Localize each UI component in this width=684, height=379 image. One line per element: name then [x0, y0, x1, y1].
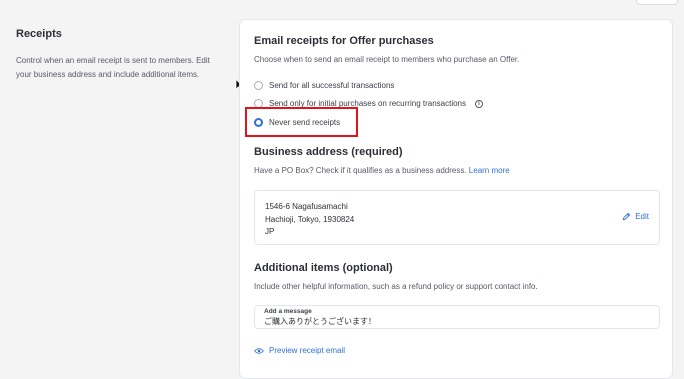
address-lines: 1546-6 Nagafusamachi Hachioji, Tokyo, 19…: [265, 201, 354, 239]
radio-send-initial-only[interactable]: Send only for initial purchases on recur…: [254, 99, 483, 108]
email-receipts-subtitle: Choose when to send an email receipt to …: [254, 55, 520, 64]
business-address-hint: Have a PO Box? Check if it qualifies as …: [254, 166, 467, 175]
radio-send-all[interactable]: Send for all successful transactions: [254, 81, 394, 90]
radio-button-selected[interactable]: [254, 118, 263, 127]
address-line: Hachioji, Tokyo, 1930824: [265, 214, 355, 224]
message-label: Add a message: [264, 308, 312, 315]
radio-button[interactable]: [254, 99, 263, 108]
eye-icon: [254, 347, 264, 354]
preview-receipt-email-link[interactable]: Preview receipt email: [254, 346, 345, 355]
address-line: JP: [265, 227, 275, 236]
receipts-section-header: Receipts Control when an email receipt i…: [16, 28, 226, 81]
message-input[interactable]: [264, 317, 644, 326]
section-description: Control when an email receipt is sent to…: [16, 56, 210, 79]
receipts-settings-card: Email receipts for Offer purchases Choos…: [239, 19, 673, 379]
radio-button[interactable]: [254, 81, 263, 90]
radio-label: Send for all successful transactions: [269, 81, 395, 90]
message-field[interactable]: Add a message: [254, 305, 660, 329]
preview-label: Preview receipt email: [269, 346, 346, 355]
radio-label: Send only for initial purchases on recur…: [269, 99, 466, 108]
edit-address-button[interactable]: Edit: [622, 212, 649, 221]
info-icon[interactable]: i: [475, 99, 483, 108]
learn-more-link[interactable]: Learn more: [469, 166, 510, 175]
top-button-edge[interactable]: [636, 0, 678, 5]
address-line: 1546-6 Nagafusamachi: [265, 202, 348, 211]
business-address-subtitle: Have a PO Box? Check if it qualifies as …: [254, 166, 510, 175]
email-receipts-title: Email receipts for Offer purchases: [254, 35, 434, 47]
radio-never-send[interactable]: Never send receipts: [254, 118, 340, 127]
additional-items-subtitle: Include other helpful information, such …: [254, 282, 538, 291]
pencil-icon: [622, 212, 631, 221]
section-title: Receipts: [16, 28, 62, 40]
business-address-box: 1546-6 Nagafusamachi Hachioji, Tokyo, 19…: [254, 190, 660, 245]
business-address-title: Business address (required): [254, 146, 403, 158]
edit-label: Edit: [635, 212, 649, 221]
radio-label: Never send receipts: [269, 118, 341, 127]
additional-items-title: Additional items (optional): [254, 262, 393, 274]
